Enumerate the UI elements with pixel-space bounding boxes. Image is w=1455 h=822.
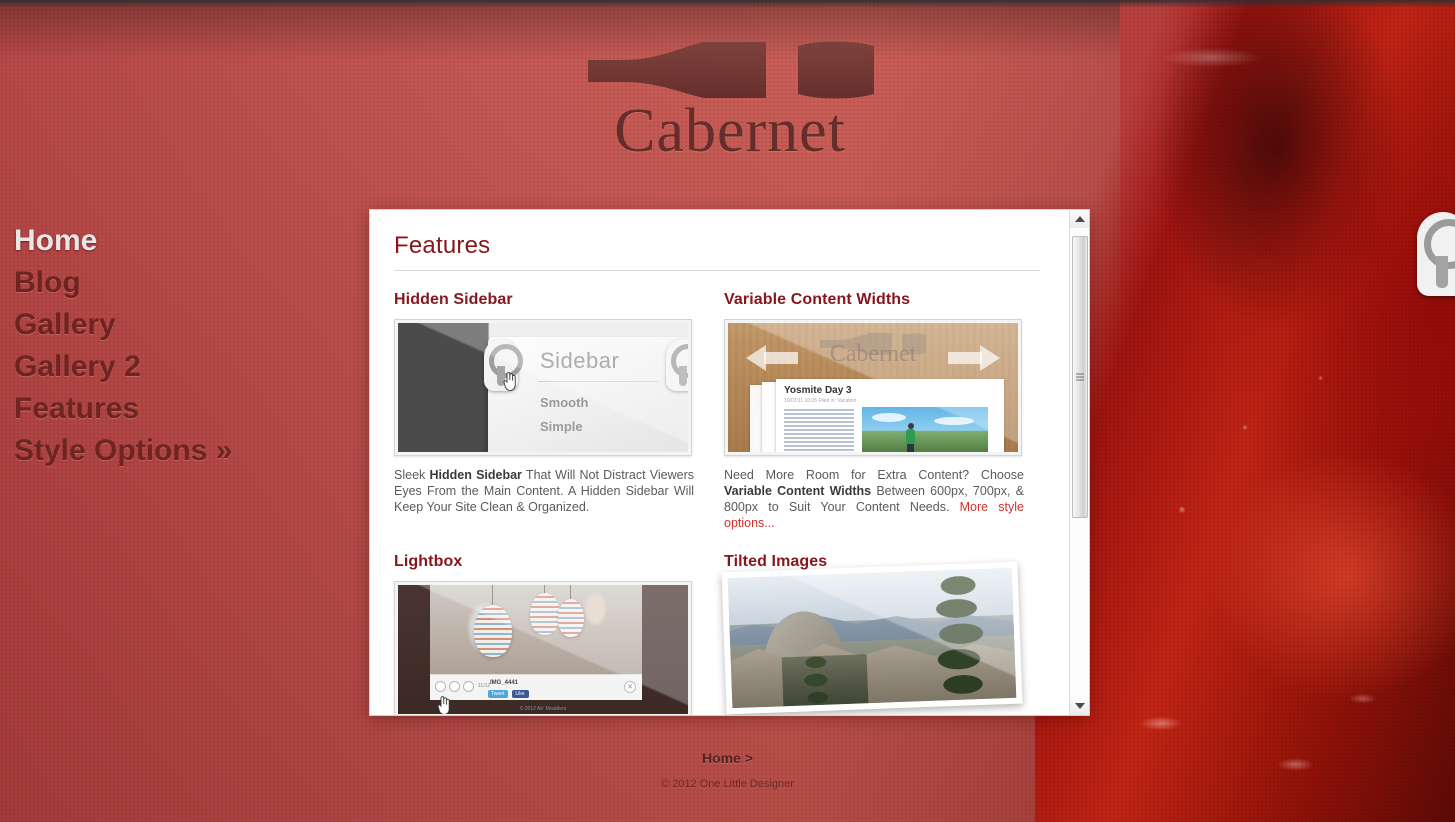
content-panel-scroll-area: Features Hidden Sidebar Sidebar Smooth S…	[370, 210, 1070, 715]
feature-card-tilted-images: Tilted Images	[721, 553, 1024, 715]
chevron-up-icon	[1075, 216, 1085, 222]
lightbox-credit: © 2012 Air’ Moulders	[519, 706, 567, 712]
page-title: Features	[394, 232, 1040, 271]
blog-card-title: Yosmite Day 3	[784, 385, 852, 396]
blog-card-front: Yosmite Day 3 10/07/11 10:05 Filed in: V…	[776, 379, 1004, 452]
grip-lines-icon	[1076, 373, 1084, 381]
feature-thumbnail[interactable]: Sidebar Smooth Simple	[394, 319, 692, 456]
logo-wordmark: Cabernet	[614, 97, 846, 165]
desc-pre: Need More Room for Extra Content? Choose	[724, 468, 1024, 482]
blog-card-meta: 10/07/11 10:05 Filed in: Vacation	[784, 398, 857, 404]
sidebar-toggle-icon[interactable]	[1417, 212, 1455, 296]
close-icon[interactable]: ✕	[624, 681, 636, 693]
blog-card-photo	[862, 407, 988, 452]
scroll-down-button[interactable]	[1070, 697, 1089, 715]
wine-bottle-icon	[580, 28, 880, 100]
feature-card-lightbox: Lightbox 11/12 IMG_4441 Tweet Like ✕ © 2…	[394, 553, 694, 715]
blog-card-body-lines	[784, 409, 854, 452]
sidebar-item-gallery[interactable]: Gallery	[14, 304, 344, 346]
lightbox-counter: 11/12	[478, 683, 491, 689]
feature-description: Sleek Hidden Sidebar That Will Not Distr…	[394, 467, 694, 515]
features-grid: Hidden Sidebar Sidebar Smooth Simple Sle…	[394, 291, 1040, 715]
lightbox-social-buttons: Tweet Like	[488, 690, 529, 698]
lightbox-control-bar: 11/12 IMG_4441 Tweet Like ✕	[430, 674, 642, 700]
top-shade-bar	[0, 0, 1455, 8]
mountain-landscape-photo	[727, 567, 1017, 709]
feature-heading: Hidden Sidebar	[394, 291, 513, 308]
mock-label-smooth: Smooth	[540, 395, 589, 410]
facebook-like-button[interactable]: Like	[512, 690, 529, 698]
panel-scrollbar[interactable]	[1069, 210, 1089, 715]
lightbox-caption: IMG_4441	[490, 680, 519, 686]
chevron-down-icon	[1075, 703, 1085, 709]
sidebar-toggle-icon	[484, 339, 523, 391]
lightbox-next-button[interactable]	[463, 681, 474, 692]
desc-pre: Sleek	[394, 468, 430, 482]
watermark-text: Cabernet	[829, 341, 917, 367]
scrollbar-thumb[interactable]	[1072, 236, 1088, 518]
background-wine-photo	[1035, 0, 1455, 822]
feature-card-variable-widths: Variable Content Widths Cabernet Yosmite…	[724, 291, 1024, 531]
sidebar-mock-image: Sidebar Smooth Simple	[398, 323, 688, 452]
desc-bold: Variable Content Widths	[724, 484, 872, 498]
mock-divider	[538, 381, 658, 382]
lightbox-nav-buttons[interactable]	[435, 681, 474, 692]
feature-thumbnail[interactable]: Cabernet Yosmite Day 3 10/07/11 10:05 Fi…	[724, 319, 1022, 456]
feature-thumbnail[interactable]: 11/12 IMG_4441 Tweet Like ✕ © 2012 Air’ …	[394, 581, 692, 715]
sidebar-toggle-icon-secondary	[666, 339, 688, 391]
breadcrumb[interactable]: Home >	[0, 750, 1455, 766]
feature-heading: Variable Content Widths	[724, 291, 911, 308]
sidebar-item-style-options[interactable]: Style Options »	[14, 430, 344, 472]
feature-heading: Lightbox	[394, 553, 463, 570]
main-navigation: Home Blog Gallery Gallery 2 Features Sty…	[14, 220, 344, 472]
mock-label-sidebar: Sidebar	[540, 348, 620, 373]
sidebar-item-features[interactable]: Features	[14, 388, 344, 430]
mock-label-simple: Simple	[540, 419, 583, 434]
feature-description: Need More Room for Extra Content? Choose…	[724, 467, 1024, 531]
page-footer: Home > © 2012 One Little Designer	[0, 750, 1455, 790]
sidebar-item-blog[interactable]: Blog	[14, 262, 344, 304]
desc-bold: Hidden Sidebar	[429, 468, 522, 482]
sidebar-item-home[interactable]: Home	[14, 220, 344, 262]
lightbox-prev-button[interactable]	[435, 681, 446, 692]
scrollbar-track[interactable]	[1070, 228, 1089, 697]
variable-widths-mock-image: Cabernet Yosmite Day 3 10/07/11 10:05 Fi…	[728, 323, 1018, 452]
sidebar-item-gallery-2[interactable]: Gallery 2	[14, 346, 344, 388]
feature-heading: Tilted Images	[724, 553, 828, 570]
lightbox-mock-image: 11/12 IMG_4441 Tweet Like ✕ © 2012 Air’ …	[398, 585, 688, 714]
copyright-text: © 2012 One Little Designer	[661, 778, 794, 790]
tilted-photo-card	[721, 561, 1023, 715]
content-panel: Features Hidden Sidebar Sidebar Smooth S…	[369, 209, 1090, 716]
site-logo[interactable]: Cabernet	[560, 28, 900, 162]
page-root: Cabernet Home Blog Gallery Gallery 2 Fea…	[0, 0, 1455, 822]
blog-card-stack: Yosmite Day 3 10/07/11 10:05 Filed in: V…	[750, 379, 1018, 452]
scroll-up-button[interactable]	[1070, 210, 1089, 228]
feature-thumbnail[interactable]	[721, 561, 1023, 715]
feature-card-hidden-sidebar: Hidden Sidebar Sidebar Smooth Simple Sle…	[394, 291, 694, 531]
tweet-button[interactable]: Tweet	[488, 690, 509, 698]
lightbox-play-button[interactable]	[449, 681, 460, 692]
